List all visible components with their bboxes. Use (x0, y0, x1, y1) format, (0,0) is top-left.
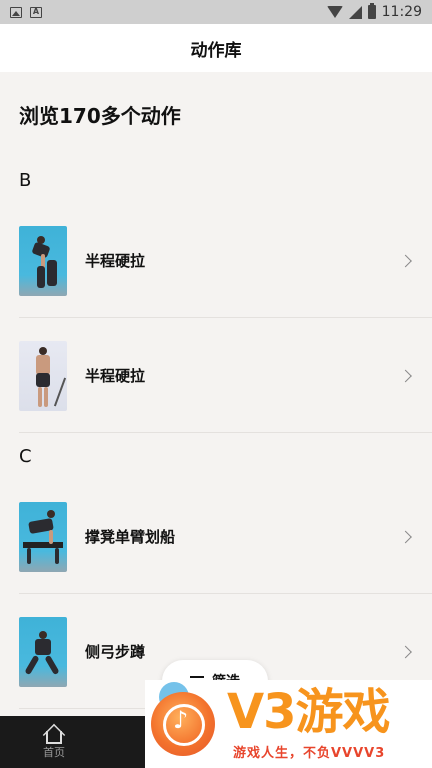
gallery-notification-icon (10, 6, 22, 18)
exercise-name: 侧弓步蹲 (85, 643, 146, 661)
page-title: 动作库 (190, 40, 242, 61)
battery-icon (367, 3, 376, 19)
watermark-logo-icon (151, 692, 215, 756)
list-item[interactable]: 半程硬拉 (0, 318, 432, 433)
title-bar: 动作库 (0, 24, 432, 72)
exercise-name: 半程硬拉 (85, 252, 146, 270)
list-item[interactable]: 撑凳单臂划船 (0, 479, 432, 594)
wifi-icon (326, 6, 343, 18)
exercise-thumbnail (19, 616, 67, 687)
status-bar: A 11:29 (0, 0, 432, 24)
library-heading: 浏览170多个动作 (19, 104, 181, 128)
section-letter-b: B (19, 170, 32, 191)
watermark: V3游戏 游戏人生，不负VVVV3 (145, 680, 432, 768)
nav-home[interactable]: 首页 (24, 722, 84, 760)
watermark-slogan: 游戏人生，不负VVVV3 (233, 746, 386, 761)
home-icon (42, 722, 66, 747)
exercise-name: 半程硬拉 (85, 367, 146, 385)
nav-home-label: 首页 (43, 746, 65, 759)
chevron-right-icon (399, 369, 412, 382)
list-item[interactable]: 半程硬拉 (0, 203, 432, 318)
watermark-title: V3游戏 (227, 684, 391, 740)
exercise-name: 撑凳单臂划船 (85, 528, 176, 546)
section-letter-c: C (19, 446, 32, 467)
chevron-right-icon (399, 254, 412, 267)
chevron-right-icon (399, 530, 412, 543)
status-time: 11:29 (381, 4, 422, 20)
exercise-thumbnail (19, 501, 67, 572)
signal-icon (348, 5, 362, 19)
exercise-thumbnail (19, 225, 67, 296)
exercise-thumbnail (19, 340, 67, 411)
chevron-right-icon (399, 645, 412, 658)
app-notification-icon: A (30, 6, 42, 18)
